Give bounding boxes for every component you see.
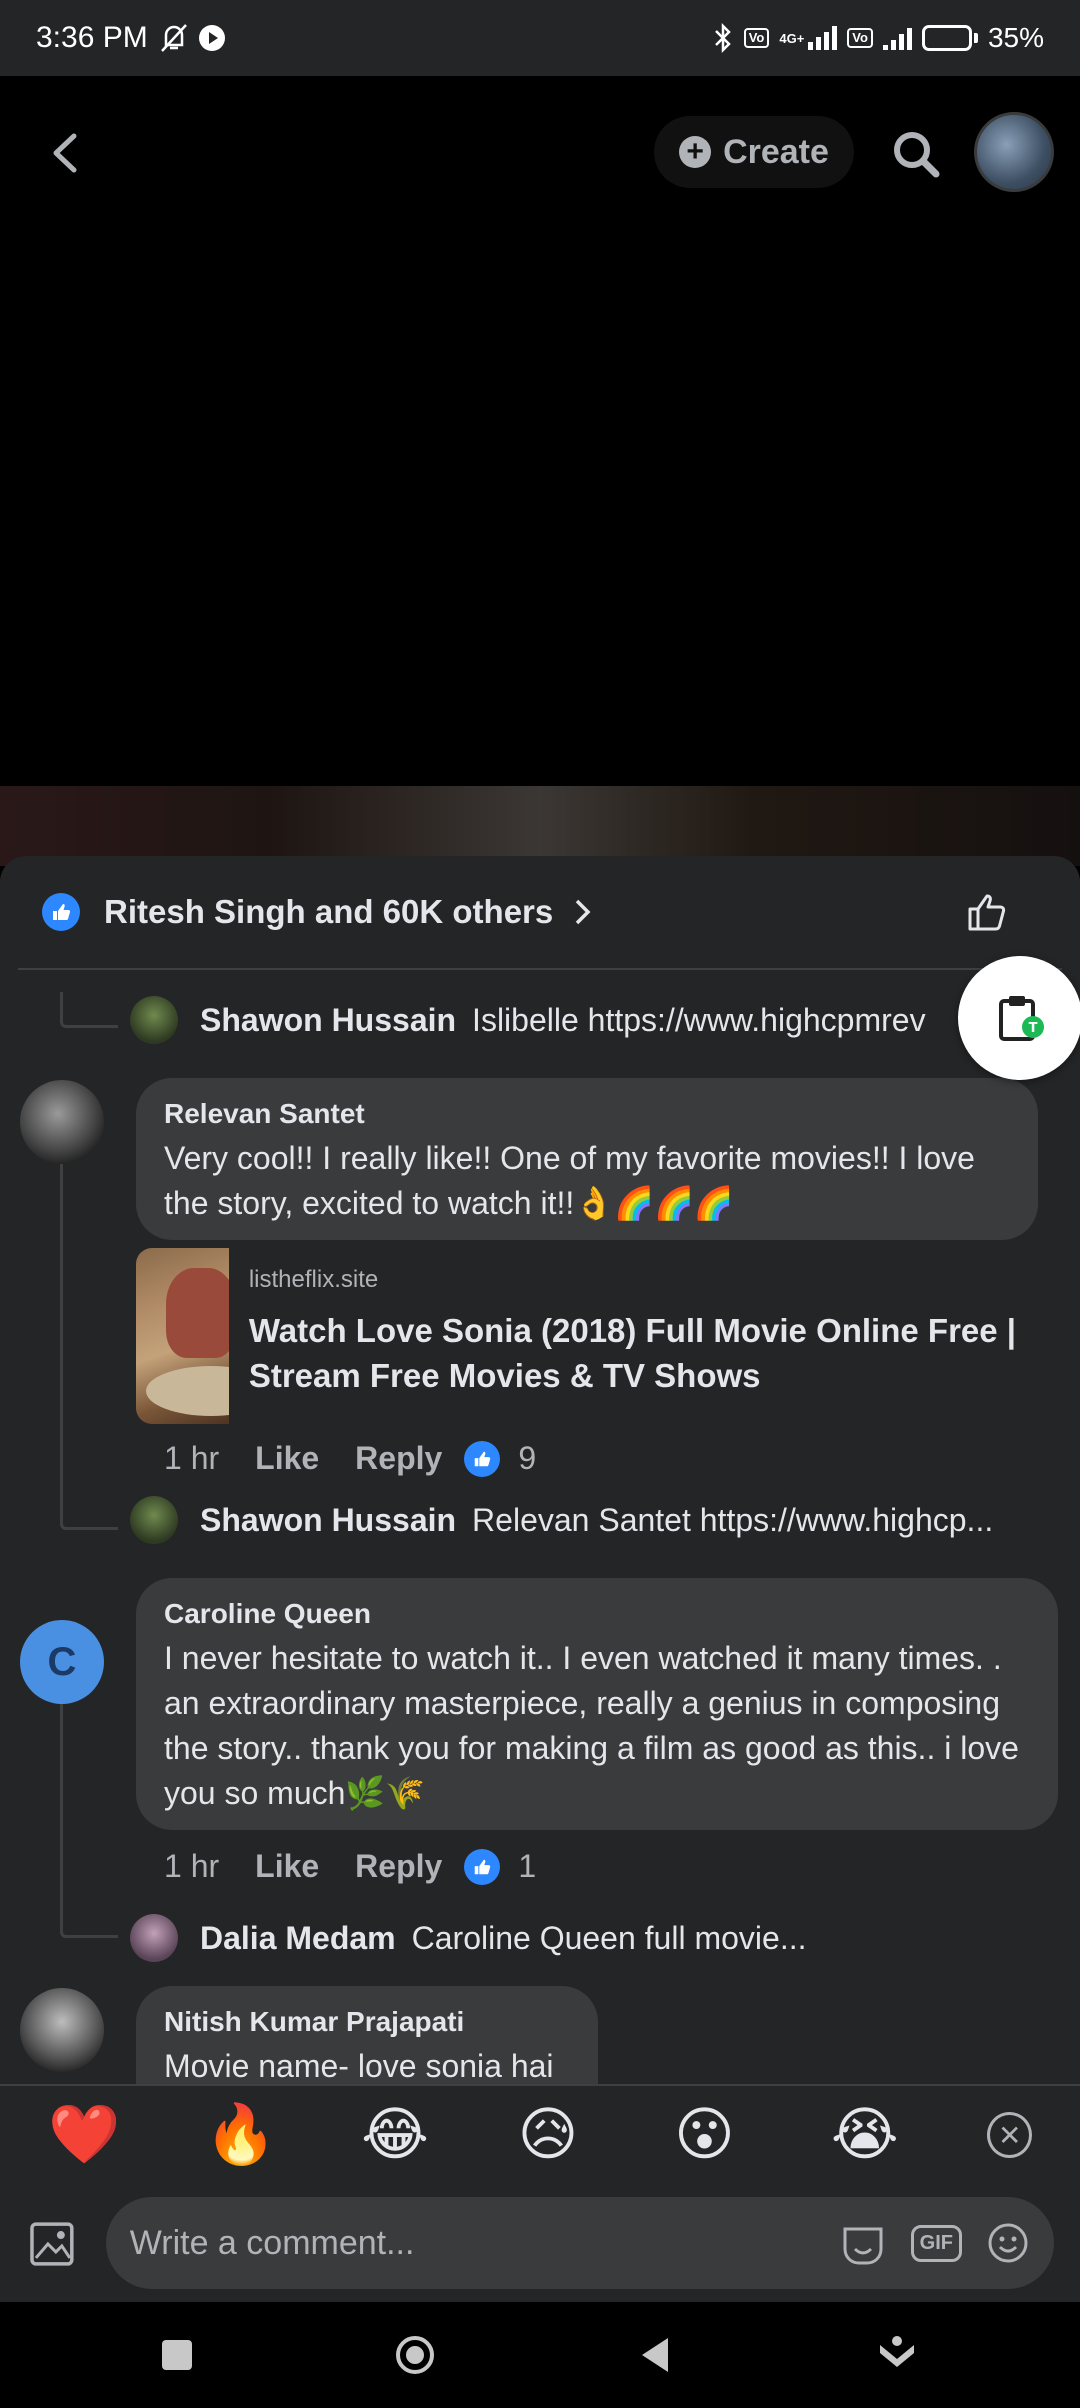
reaction-count[interactable]: 9 xyxy=(464,1440,536,1477)
emoji-sad[interactable]: 😥 xyxy=(518,2106,675,2164)
network-type: 4G+ xyxy=(779,30,805,46)
reactions-summary[interactable]: Ritesh Singh and 60K others xyxy=(18,856,1062,970)
clipboard-icon: T xyxy=(999,996,1044,1041)
avatar[interactable] xyxy=(130,996,178,1044)
comment-input[interactable] xyxy=(129,2223,839,2263)
create-label: Create xyxy=(723,132,829,171)
reply-author[interactable]: Shawon Hussain xyxy=(200,1502,456,1539)
link-title: Watch Love Sonia (2018) Full Movie Onlin… xyxy=(248,1312,1017,1394)
quick-reactions-bar: ❤️ 🔥 😂 😥 😮 😭 ✕ xyxy=(0,2084,1080,2184)
reply-text: Relevan Santet https://www.highcp... xyxy=(472,1501,994,1538)
link-thumbnail xyxy=(136,1248,229,1424)
assistant-icon[interactable] xyxy=(876,2335,918,2375)
reply-author[interactable]: Dalia Medam xyxy=(200,1920,396,1957)
thread-line xyxy=(60,1144,63,1420)
status-bar: 3:36 PM Vo 4G+ Vo 35% xyxy=(0,0,1080,76)
reply-button[interactable]: Reply xyxy=(355,1440,442,1477)
avatar[interactable] xyxy=(20,1988,104,2072)
avatar[interactable] xyxy=(20,1080,104,1164)
chevron-right-icon xyxy=(576,899,591,925)
emoji-wow[interactable]: 😮 xyxy=(674,2106,831,2164)
reply-button[interactable]: Reply xyxy=(355,1848,442,1885)
comment-author[interactable]: Relevan Santet xyxy=(164,1098,1010,1130)
create-button[interactable]: + Create xyxy=(654,116,854,188)
emoji-laugh[interactable]: 😂 xyxy=(361,2106,518,2164)
photo-icon[interactable] xyxy=(26,2216,80,2270)
like-button[interactable]: Like xyxy=(255,1440,319,1477)
plus-icon: + xyxy=(679,136,712,168)
like-outline-icon[interactable] xyxy=(966,891,1010,933)
comment-input-wrapper[interactable]: GIF xyxy=(105,2197,1054,2289)
bluetooth-icon xyxy=(714,23,731,53)
clipboard-button[interactable]: T xyxy=(958,956,1080,1080)
reply-row[interactable]: Shawon Hussain Relevan Santet https://ww… xyxy=(130,1496,993,1544)
like-reaction-icon xyxy=(42,893,80,931)
like-reaction-icon xyxy=(464,1440,501,1477)
like-button[interactable]: Like xyxy=(255,1848,319,1885)
reaction-count-value: 1 xyxy=(518,1848,537,1884)
comment-actions: 1 hr Like Reply 1 xyxy=(164,1848,536,1885)
reactions-summary-text: Ritesh Singh and 60K others xyxy=(104,893,554,930)
svg-text:T: T xyxy=(1029,1021,1038,1036)
comment-time: 1 hr xyxy=(164,1848,220,1884)
volte-icon-2: Vo xyxy=(847,28,873,48)
reply-text: Caroline Queen full movie... xyxy=(411,1919,807,1956)
link-preview[interactable]: listheflix.site Watch Love Sonia (2018) … xyxy=(136,1248,1046,1424)
link-domain: listheflix.site xyxy=(248,1266,379,1293)
emoji-fire[interactable]: 🔥 xyxy=(205,2106,362,2164)
avatar[interactable]: C xyxy=(20,1620,104,1704)
comment-author[interactable]: Nitish Kumar Prajapati xyxy=(164,2006,570,2038)
avatar[interactable] xyxy=(130,1914,178,1962)
comment-author[interactable]: Caroline Queen xyxy=(164,1598,1030,1630)
play-icon xyxy=(198,25,225,51)
reply-text: Islibelle https://www.highcpmrev xyxy=(472,1001,926,1038)
profile-avatar[interactable] xyxy=(974,112,1054,192)
volte-icon: Vo xyxy=(743,28,770,48)
battery-percent: 35% xyxy=(987,22,1044,53)
comments-sheet: Ritesh Singh and 60K others Shawon Hussa… xyxy=(0,856,1080,2084)
battery-icon xyxy=(921,25,978,51)
thread-connector xyxy=(60,992,118,1028)
comment-time: 1 hr xyxy=(164,1440,220,1476)
comment-text: I never hesitate to watch it.. I even wa… xyxy=(164,1640,1019,1811)
avatar[interactable] xyxy=(130,1496,178,1544)
thread-connector xyxy=(60,1684,118,1938)
back-nav-icon[interactable] xyxy=(638,2336,672,2374)
reply-author[interactable]: Shawon Hussain xyxy=(200,1002,456,1039)
close-icon[interactable]: ✕ xyxy=(987,2112,1033,2158)
thread-connector xyxy=(60,1420,118,1530)
search-icon[interactable] xyxy=(890,128,942,180)
comment-bubble[interactable]: Nitish Kumar Prajapati Movie name- love … xyxy=(136,1986,598,2084)
comment-bubble[interactable]: Caroline Queen I never hesitate to watch… xyxy=(136,1578,1058,1830)
reaction-count[interactable]: 1 xyxy=(464,1848,536,1885)
comment-text: Very cool!! I really like!! One of my fa… xyxy=(164,1140,975,1221)
gif-button[interactable]: GIF xyxy=(910,2224,962,2262)
emoji-cry[interactable]: 😭 xyxy=(831,2106,988,2164)
comment-bubble[interactable]: Relevan Santet Very cool!! I really like… xyxy=(136,1078,1038,1240)
comment-actions: 1 hr Like Reply 9 xyxy=(164,1440,536,1477)
signal-icon xyxy=(808,26,838,50)
home-button[interactable] xyxy=(396,2336,434,2374)
status-time: 3:36 PM xyxy=(36,21,148,54)
comment-text: Movie name- love sonia hai xyxy=(164,2048,554,2084)
emoji-heart[interactable]: ❤️ xyxy=(48,2106,205,2164)
recents-button[interactable] xyxy=(162,2340,192,2370)
sticker-icon[interactable] xyxy=(839,2219,887,2267)
system-nav-bar xyxy=(0,2302,1080,2408)
comment-composer: GIF xyxy=(0,2184,1080,2302)
back-icon[interactable] xyxy=(44,128,84,178)
mute-icon xyxy=(160,24,187,52)
emoji-icon[interactable] xyxy=(986,2221,1030,2265)
signal-icon-2 xyxy=(882,26,912,50)
reply-row[interactable]: Dalia Medam Caroline Queen full movie... xyxy=(130,1914,806,1962)
like-reaction-icon xyxy=(464,1848,501,1885)
video-frame-peek xyxy=(0,786,1080,866)
reaction-count-value: 9 xyxy=(518,1440,537,1476)
reply-row[interactable]: Shawon Hussain Islibelle https://www.hig… xyxy=(130,996,926,1044)
video-player[interactable] xyxy=(0,76,1080,866)
